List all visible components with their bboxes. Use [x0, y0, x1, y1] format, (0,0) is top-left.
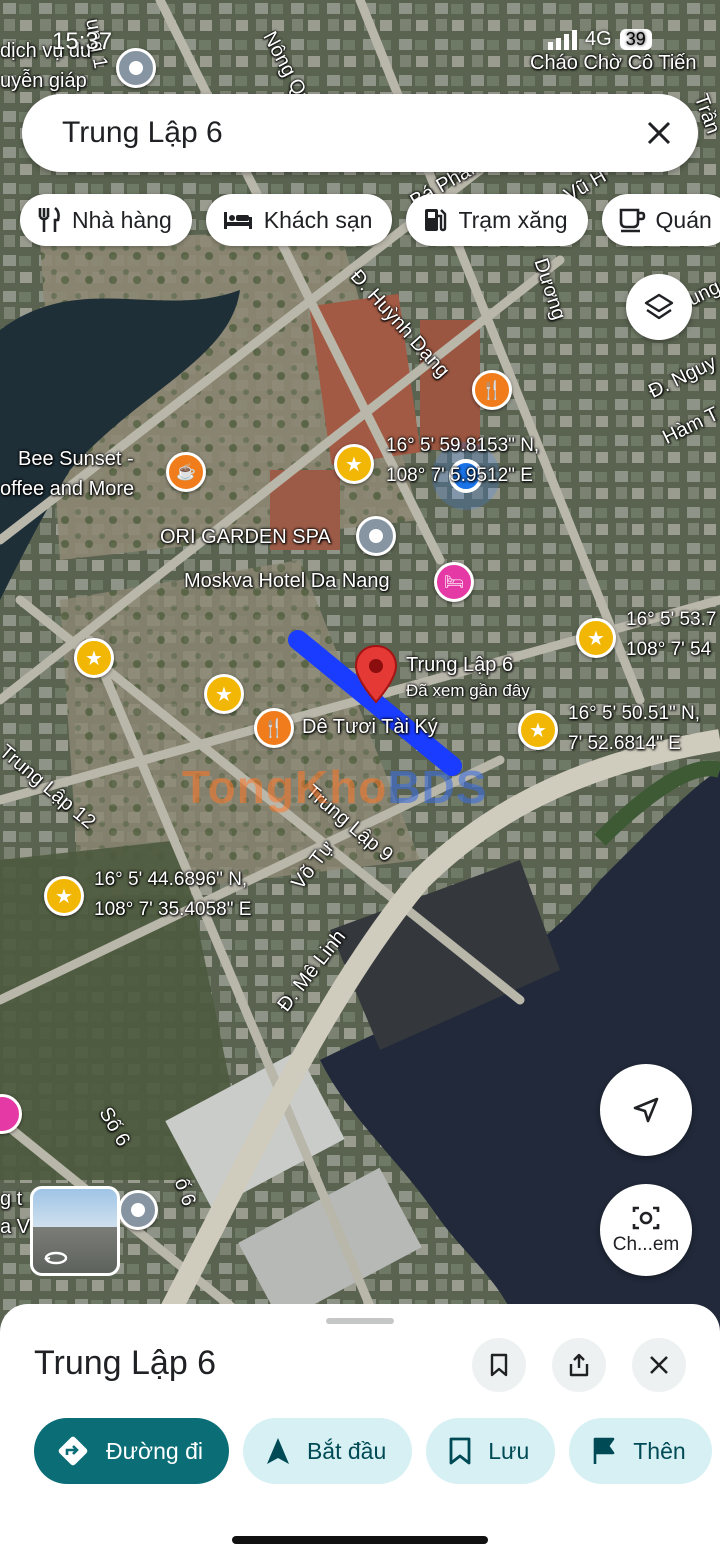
coordinate-label: 108° 7' 35.4058" E	[94, 899, 252, 920]
place-label: uyễn giáp	[0, 70, 87, 92]
place-label: Bee Sunset -	[18, 448, 134, 470]
coffee-icon	[618, 207, 646, 233]
home-indicator[interactable]	[232, 1536, 488, 1544]
save-action-button[interactable]: Lưu	[426, 1418, 556, 1484]
selected-place-subtitle: Đã xem gần đây	[406, 681, 530, 700]
place-label: a V	[0, 1216, 31, 1238]
close-icon	[650, 1356, 668, 1374]
street-view-thumbnail[interactable]	[30, 1186, 120, 1276]
saved-star-marker[interactable]: ★	[576, 618, 616, 658]
coordinate-label: 108° 7' 5.9512" E	[386, 465, 533, 486]
chip-coffee[interactable]: Quán	[601, 194, 720, 246]
gas-station-icon	[422, 206, 448, 234]
bookmark-icon	[448, 1436, 472, 1466]
directions-button[interactable]: Đường đi	[34, 1418, 229, 1484]
search-query[interactable]: Trung Lập 6	[22, 116, 620, 150]
close-sheet-button[interactable]	[632, 1338, 686, 1392]
coordinate-label: 16° 5' 53.7	[626, 609, 717, 630]
selected-place-label: Trung Lập 6	[406, 654, 514, 676]
network-label: 4G	[585, 28, 612, 50]
save-button[interactable]	[472, 1338, 526, 1392]
chip-restaurants[interactable]: Nhà hàng	[20, 194, 192, 246]
navigation-arrow-icon	[633, 1097, 659, 1123]
coordinate-label: 16° 5' 59.8153" N,	[386, 435, 540, 456]
restaurant-marker[interactable]: 🍴	[472, 370, 512, 410]
place-label: Cháo Chờ Cô Tiến	[530, 52, 697, 74]
coordinate-label: 16° 5' 44.6896" N,	[94, 869, 248, 890]
street-view-icon	[44, 1251, 68, 1265]
lens-label: Ch...em	[612, 1234, 680, 1255]
place-title: Trung Lập 6	[34, 1344, 217, 1382]
place-label: g t	[0, 1188, 23, 1210]
navigation-icon	[265, 1436, 291, 1466]
place-sheet: Trung Lập 6 Đường đi Bắt đầu Lưu Thên	[0, 1304, 720, 1557]
watermark: TongKhoBDS	[182, 761, 488, 813]
chip-hotels[interactable]: Khách sạn	[205, 194, 393, 246]
lens-button[interactable]: Ch...em	[600, 1184, 692, 1276]
share-button[interactable]	[552, 1338, 606, 1392]
sheet-drag-handle[interactable]	[326, 1318, 394, 1324]
start-button[interactable]: Bắt đầu	[242, 1418, 413, 1484]
saved-star-marker[interactable]: ★	[334, 444, 374, 484]
hotel-marker[interactable]: 🛏	[434, 562, 474, 602]
flag-icon	[591, 1436, 617, 1466]
chip-gas-stations[interactable]: Trạm xăng	[406, 194, 588, 246]
more-button[interactable]: Thên	[569, 1418, 712, 1484]
battery-icon: 39	[619, 29, 652, 50]
signal-icon	[548, 29, 577, 50]
close-icon[interactable]	[620, 94, 698, 172]
saved-star-marker[interactable]: ★	[74, 638, 114, 678]
category-chips: Nhà hàng Khách sạn Trạm xăng Quán	[20, 194, 720, 246]
my-location-button[interactable]	[600, 1064, 692, 1156]
place-label: Moskva Hotel Da Nang	[184, 570, 390, 592]
saved-star-marker[interactable]: ★	[204, 674, 244, 714]
place-label: offee and More	[0, 478, 135, 500]
poi-marker[interactable]	[118, 1190, 158, 1230]
status-time: 15:37	[52, 28, 113, 55]
saved-star-marker[interactable]: ★	[518, 710, 558, 750]
search-bar[interactable]: Trung Lập 6	[22, 94, 698, 172]
layers-button[interactable]	[626, 274, 692, 340]
lens-camera-icon	[632, 1206, 660, 1230]
share-icon	[569, 1353, 589, 1377]
status-icons: 4G 39	[548, 28, 652, 51]
directions-icon	[56, 1434, 90, 1468]
saved-star-marker[interactable]: ★	[44, 876, 84, 916]
selected-place-pin[interactable]	[354, 644, 398, 704]
coordinate-label: 7' 52.6814" E	[568, 733, 681, 754]
place-label: ORI GARDEN SPA	[160, 526, 331, 548]
hotel-icon	[222, 209, 254, 231]
coordinate-label: 108° 7' 54	[626, 639, 712, 660]
poi-marker[interactable]	[116, 48, 156, 88]
place-label: Dê Tươi Tài Ký	[302, 716, 438, 738]
action-buttons: Đường đi Bắt đầu Lưu Thên	[34, 1418, 712, 1484]
bookmark-icon	[490, 1353, 508, 1377]
restaurant-icon	[36, 206, 62, 234]
restaurant-marker[interactable]: 🍴	[254, 708, 294, 748]
cafe-marker[interactable]: ☕	[166, 452, 206, 492]
coordinate-label: 16° 5' 50.51" N,	[568, 703, 701, 724]
layers-icon	[644, 293, 674, 320]
poi-marker[interactable]	[356, 516, 396, 556]
